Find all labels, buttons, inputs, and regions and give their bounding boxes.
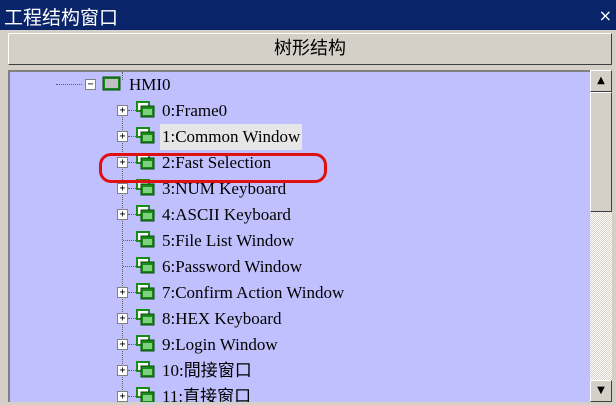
expand-icon[interactable]: + [117,105,128,116]
window-stack-icon [136,257,155,274]
title-bar: 工程结构窗口 × [0,0,616,30]
tree-connector-line [128,370,136,371]
window-stack-icon [136,101,155,118]
vertical-scrollbar[interactable]: ▲ ▼ [590,70,612,402]
tree-item-label: 2:Fast Selection [162,153,272,172]
tree-connector-line [128,110,136,111]
expand-icon[interactable]: + [117,131,128,142]
tree-connector-line [128,162,136,163]
tree-item[interactable]: +11:直接窗口 [10,384,570,402]
collapse-icon[interactable]: − [85,79,96,90]
tree-item-label: 6:Password Window [162,257,303,276]
window-stack-icon [136,179,155,196]
window-stack-icon [136,361,155,378]
tree-item[interactable]: +3:NUM Keyboard [10,176,570,202]
tree-item[interactable]: +9:Login Window [10,332,570,358]
scroll-down-button[interactable]: ▼ [590,380,612,402]
expand-icon[interactable]: + [117,287,128,298]
tree-connector-line [128,214,136,215]
window-title: 工程结构窗口 [4,7,119,29]
tree-item-label: 9:Login Window [162,335,278,354]
tree-item-label: 7:Confirm Action Window [162,283,345,302]
tree-item-label: 0:Frame0 [162,101,228,120]
expand-icon[interactable]: + [117,339,128,350]
expand-icon[interactable]: + [117,313,128,324]
window-stack-icon [136,231,155,248]
window-stack-icon [136,309,155,326]
tree-item-label: 11:直接窗口 [162,387,252,402]
tree-connector-line [128,344,136,345]
tree-item-label: HMI0 [129,75,171,94]
tree-item[interactable]: +4:ASCII Keyboard [10,202,570,228]
tree-connector-line [128,136,136,137]
window-stack-icon [136,205,155,222]
tree-item[interactable]: +8:HEX Keyboard [10,306,570,332]
tree-item[interactable]: +10:間接窗口 [10,358,570,384]
tree-connector-line [128,292,136,293]
window-stack-icon [136,387,155,402]
tree-connector-line [123,266,136,267]
expand-icon[interactable]: + [117,391,128,402]
expand-icon[interactable]: + [117,209,128,220]
tree-item-label: 5:File List Window [162,231,295,250]
window-stack-icon [136,335,155,352]
tree-item-label: 10:間接窗口 [162,361,252,380]
tree-connector-line [123,240,136,241]
tree-item-label: 4:ASCII Keyboard [162,205,291,224]
scroll-thumb[interactable] [590,92,612,212]
tree-root-hmi0[interactable]: − HMI0 [10,72,570,98]
tree-item-label: 8:HEX Keyboard [162,309,282,328]
hmi-monitor-icon [102,76,121,91]
tree-connector-line [128,188,136,189]
window-stack-icon [136,127,155,144]
tree-item[interactable]: +0:Frame0 [10,98,570,124]
window-stack-icon [136,283,155,300]
tree-item-label: 1:Common Window [160,124,303,150]
scroll-up-button[interactable]: ▲ [590,70,612,92]
expand-icon[interactable]: + [117,365,128,376]
window-stack-icon [136,153,155,170]
expand-icon[interactable]: + [117,157,128,168]
tree-view[interactable]: − HMI0 +0:Frame0 +1:Common Window +2:Fast … [8,70,590,402]
tree-item[interactable]: 5:File List Window [10,228,570,254]
expand-icon[interactable]: + [117,183,128,194]
tree-item-label: 3:NUM Keyboard [162,179,287,198]
tree-item[interactable]: +1:Common Window [10,124,570,150]
tree-item[interactable]: +7:Confirm Action Window [10,280,570,306]
tree-connector-line [128,318,136,319]
tree-connector-line [128,396,136,397]
column-header[interactable]: 树形结构 [8,33,612,65]
close-icon[interactable]: × [599,6,612,25]
tree-item[interactable]: +2:Fast Selection [10,150,570,176]
tree-connector-line [56,84,82,85]
tree-item[interactable]: 6:Password Window [10,254,570,280]
